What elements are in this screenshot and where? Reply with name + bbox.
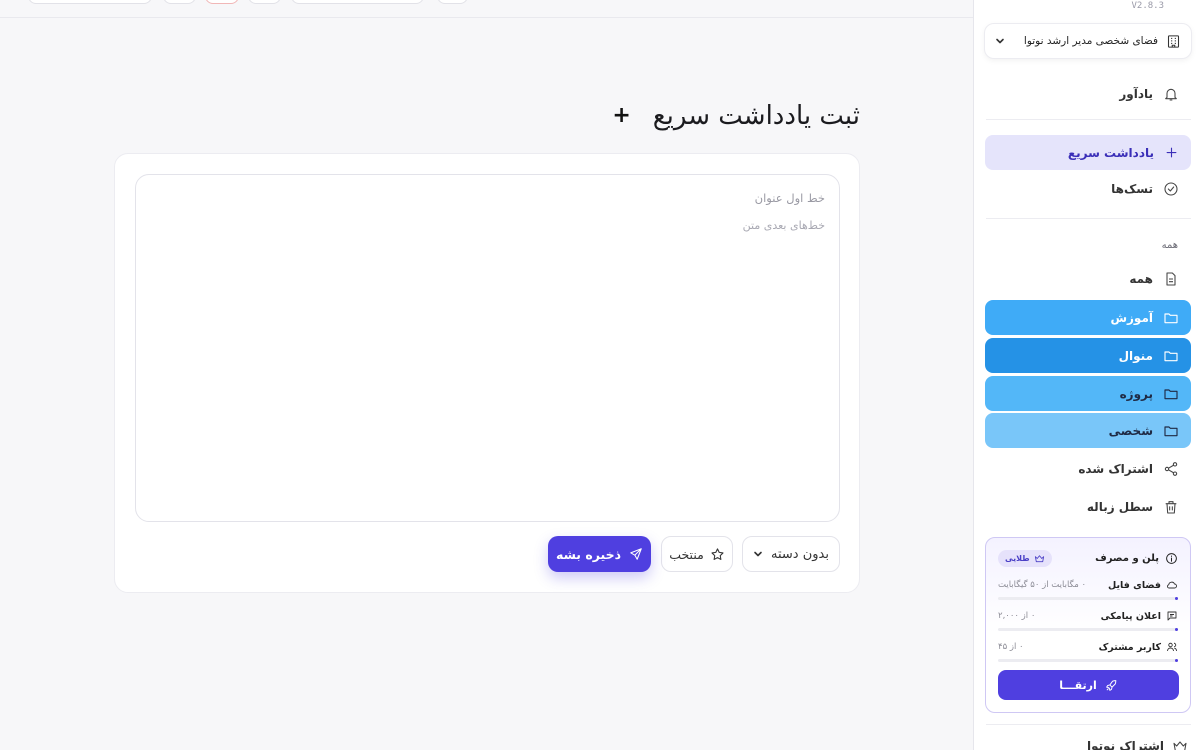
users-icon [1166,641,1178,653]
usage-bar-fill [1175,659,1178,662]
sidebar-item-folder-personal[interactable]: شخصی [985,413,1191,448]
folder-icon [1163,386,1179,402]
trash-icon [1163,499,1179,515]
sidebar-item-reminder[interactable]: یادآور [985,76,1191,111]
workspace-label: فضای شخصی مدیر ارشد نوتوا [1023,35,1158,47]
usage-bar [998,628,1178,631]
sidebar-item-tasks[interactable]: تسک‌ها [985,171,1191,206]
rocket-icon [1105,679,1118,692]
workspace-switcher[interactable]: فضای شخصی مدیر ارشد نوتوا [984,23,1192,59]
toolbar-control[interactable] [28,0,152,4]
sidebar-item-quick-note[interactable]: یادداشت سریع [985,135,1191,170]
sidebar-item-shared[interactable]: اشتراک شده [985,451,1191,486]
usage-bar-fill [1175,597,1178,600]
usage-value: ۰ مگابایت از ۵۰ گیگابایت [998,580,1087,590]
sidebar-item-label: یادداشت سریع [1067,145,1154,160]
toolbar-control[interactable] [291,0,424,4]
sidebar-item-trash[interactable]: سطل زباله [985,489,1191,524]
page-header: ثبت یادداشت سریع + [600,98,860,134]
favorite-button[interactable]: منتخب [661,536,733,572]
divider [986,119,1191,120]
sidebar-item-folder-project[interactable]: پروژه [985,376,1191,411]
usage-file-storage: فضای فایل ۰ مگابایت از ۵۰ گیگابایت [998,578,1178,600]
sidebar-item-all[interactable]: همه [985,261,1191,296]
app-version: V2.8.3 [1131,1,1164,11]
toolbar-control[interactable] [205,0,239,4]
sidebar-item-label: آموزش [1110,310,1153,325]
sidebar-item-label: منوال [1118,348,1153,363]
favorite-label: منتخب [669,546,704,562]
category-select[interactable]: بدون دسته [742,536,840,572]
plan-badge: طلایی [998,549,1052,567]
sidebar-item-label: پروژه [1119,386,1153,401]
note-editor[interactable]: خط اول عنوان خط‌های بعدی متن [135,174,840,522]
folder-icon [1163,348,1179,364]
toolbar-control[interactable] [248,0,281,4]
star-icon [710,547,725,562]
plan-header: پلن و مصرف طلایی [998,548,1178,568]
plan-badge-label: طلایی [1005,553,1030,563]
building-icon [1166,34,1181,49]
send-icon [629,547,643,561]
toolbar-control[interactable] [163,0,196,4]
plan-usage-card: پلن و مصرف طلایی فضای فایل ۰ مگابایت از … [985,537,1191,713]
divider [986,218,1191,219]
page-title: ثبت یادداشت سریع [652,101,860,131]
sidebar: V2.8.3 فضای شخصی مدیر ارشد نوتوا یادآور … [973,0,1200,750]
crown-icon [1034,553,1045,564]
note-card: خط اول عنوان خط‌های بعدی متن بدون دسته م… [114,153,860,593]
note-actions: بدون دسته منتخب ذخیره بشه [548,536,840,572]
chevron-down-icon [753,549,763,559]
crown-icon [1172,738,1188,750]
body-placeholder: خط‌های بعدی متن [742,219,825,232]
sidebar-item-label: یادآور [1119,86,1153,101]
usage-bar-fill [1175,628,1178,631]
usage-value: ۰ از ۲,۰۰۰ [998,611,1036,621]
upgrade-label: ارتقـــا [1059,678,1097,692]
section-label: همه [1161,240,1178,251]
sidebar-item-label: اشتراک نوتوا [1086,739,1164,750]
plus-icon [1164,145,1179,160]
title-placeholder: خط اول عنوان [754,191,825,205]
sidebar-item-label: همه [1129,271,1153,286]
message-icon [1166,610,1178,622]
sidebar-item-label: سطل زباله [1086,499,1153,514]
sidebar-item-folder-manual[interactable]: منوال [985,338,1191,373]
sidebar-item-subscription[interactable]: اشتراک نوتوا [1087,738,1188,750]
chevron-down-icon [995,36,1005,46]
category-label: بدون دسته [771,546,829,562]
bell-icon [1163,86,1179,102]
save-label: ذخیره بشه [555,546,622,562]
sidebar-item-label: شخصی [1108,423,1153,438]
sidebar-item-label: تسک‌ها [1111,181,1153,196]
share-icon [1163,461,1179,477]
usage-bar [998,659,1178,662]
sidebar-item-folder-education[interactable]: آموزش [985,300,1191,335]
folder-icon [1163,423,1179,439]
plan-title: پلن و مصرف [1095,552,1159,564]
divider [986,724,1191,725]
document-icon [1163,271,1179,287]
usage-name: اعلان پیامکی [1100,610,1161,622]
save-button[interactable]: ذخیره بشه [548,536,651,572]
usage-sms: اعلان پیامکی ۰ از ۲,۰۰۰ [998,609,1178,631]
sidebar-item-label: اشتراک شده [1078,461,1153,476]
toolbar-control[interactable] [437,0,468,4]
top-toolbar [0,0,973,18]
cloud-icon [1166,579,1178,591]
check-circle-icon [1163,181,1179,197]
folder-icon [1163,310,1179,326]
usage-shared-users: کاربر مشترک ۰ از ۴۵ [998,640,1178,662]
plus-icon: + [612,103,631,128]
info-icon [1165,552,1178,565]
usage-value: ۰ از ۴۵ [998,642,1024,652]
usage-name: فضای فایل [1108,579,1161,591]
upgrade-button[interactable]: ارتقـــا [998,670,1179,700]
usage-name: کاربر مشترک [1098,641,1161,653]
usage-bar [998,597,1178,600]
